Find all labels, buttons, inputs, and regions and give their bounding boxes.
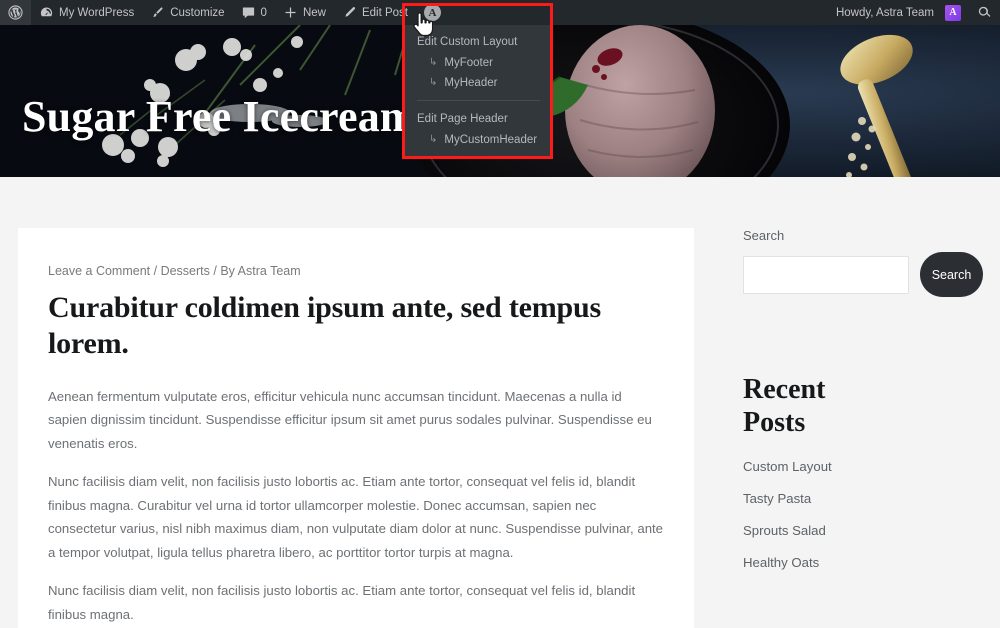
post-title: Curabitur coldimen ipsum ante, sed tempu… xyxy=(48,290,601,361)
submenu-arrow-icon: ↳ xyxy=(429,57,438,68)
adminbar-item-new[interactable]: New xyxy=(275,0,334,25)
adminbar-item-edit-post[interactable]: Edit Post xyxy=(334,0,416,25)
dropdown-item-myheader[interactable]: ↳ MyHeader xyxy=(405,73,550,93)
dropdown-item-myfooter[interactable]: ↳ MyFooter xyxy=(405,53,550,73)
page-body: Leave a Comment / Desserts / By Astra Te… xyxy=(0,177,1000,628)
recent-post-link[interactable]: Tasty Pasta xyxy=(743,491,811,506)
adminbar-item-my-wordpress[interactable]: My WordPress xyxy=(31,0,142,25)
comment-bubble-icon xyxy=(241,5,256,20)
hero-title: Sugar Free Icecream xyxy=(22,92,417,141)
adminbar-item-my-account[interactable]: Howdy, Astra Team A xyxy=(828,0,969,25)
dashboard-icon xyxy=(39,5,54,20)
post-content-card: Leave a Comment / Desserts / By Astra Te… xyxy=(18,228,694,628)
astra-logo-icon: A xyxy=(423,4,441,21)
wordpress-logo-icon xyxy=(7,4,24,21)
adminbar-item-search[interactable] xyxy=(969,0,1000,25)
list-item: Tasty Pasta xyxy=(743,490,983,508)
post-meta-separator-1: / xyxy=(150,264,161,278)
search-input[interactable] xyxy=(743,255,909,294)
post-meta-author: By Astra Team xyxy=(220,264,301,278)
adminbar-item-label: Customize xyxy=(170,6,225,19)
dropdown-item-label: MyHeader xyxy=(444,77,498,89)
post-paragraph: Nunc facilisis diam velit, non facilisis… xyxy=(48,474,664,560)
dropdown-item-mycustomheader[interactable]: ↳ MyCustomHeader xyxy=(405,130,550,150)
dropdown-item-label: MyFooter xyxy=(444,57,493,69)
post-meta-separator-2: / xyxy=(209,264,221,278)
recent-post-link[interactable]: Sprouts Salad xyxy=(743,523,826,538)
adminbar-item-label: Edit Post xyxy=(361,6,408,19)
search-button[interactable]: Search xyxy=(920,252,983,297)
search-widget: Search xyxy=(743,252,983,297)
list-item: Sprouts Salad xyxy=(743,522,983,540)
post-meta-category-link[interactable]: Desserts xyxy=(161,264,210,278)
recent-posts-title: Recent Posts xyxy=(743,374,826,439)
search-icon xyxy=(977,5,992,20)
plus-icon xyxy=(283,5,298,20)
paintbrush-icon xyxy=(150,5,165,20)
search-widget-label: Search xyxy=(743,228,785,243)
recent-post-link[interactable]: Healthy Oats xyxy=(743,555,819,570)
list-item: Custom Layout xyxy=(743,458,983,476)
comment-count: 0 xyxy=(260,6,267,19)
list-item: Healthy Oats xyxy=(743,554,983,572)
pencil-icon xyxy=(342,5,357,20)
howdy-label: Howdy, Astra Team xyxy=(835,6,934,19)
post-meta: Leave a Comment / Desserts / By Astra Te… xyxy=(48,262,664,281)
dropdown-divider xyxy=(417,100,540,101)
avatar: A xyxy=(945,4,961,21)
adminbar-item-comments[interactable]: 0 xyxy=(233,0,275,25)
recent-post-link[interactable]: Custom Layout xyxy=(743,459,832,474)
dropdown-heading-edit-page-header[interactable]: Edit Page Header xyxy=(405,108,550,130)
post-paragraph: Aenean fermentum vulputate eros, efficit… xyxy=(48,388,652,451)
submenu-arrow-icon: ↳ xyxy=(429,77,438,88)
adminbar-item-label: My WordPress xyxy=(59,6,135,19)
wp-admin-bar: My WordPress Customize 0 New Edit Post A… xyxy=(0,0,1000,25)
astra-dropdown-menu: Edit Custom Layout ↳ MyFooter ↳ MyHeader… xyxy=(405,25,550,158)
adminbar-right-group: Howdy, Astra Team A xyxy=(828,0,1000,25)
post-meta-comment-link[interactable]: Leave a Comment xyxy=(48,264,150,278)
adminbar-item-customize[interactable]: Customize xyxy=(142,0,232,25)
dropdown-heading-edit-custom-layout[interactable]: Edit Custom Layout xyxy=(405,31,550,53)
wordpress-logo-button[interactable] xyxy=(0,0,31,25)
submenu-arrow-icon: ↳ xyxy=(429,134,438,145)
post-paragraph: Nunc facilisis diam velit, non facilisis… xyxy=(48,583,636,622)
adminbar-item-astra[interactable]: A xyxy=(416,0,449,25)
sidebar: Search Search Recent Posts Custom Layout… xyxy=(743,228,983,586)
recent-posts-list: Custom Layout Tasty Pasta Sprouts Salad … xyxy=(743,458,983,572)
dropdown-item-label: MyCustomHeader xyxy=(444,134,538,146)
adminbar-item-label: New xyxy=(302,6,326,19)
